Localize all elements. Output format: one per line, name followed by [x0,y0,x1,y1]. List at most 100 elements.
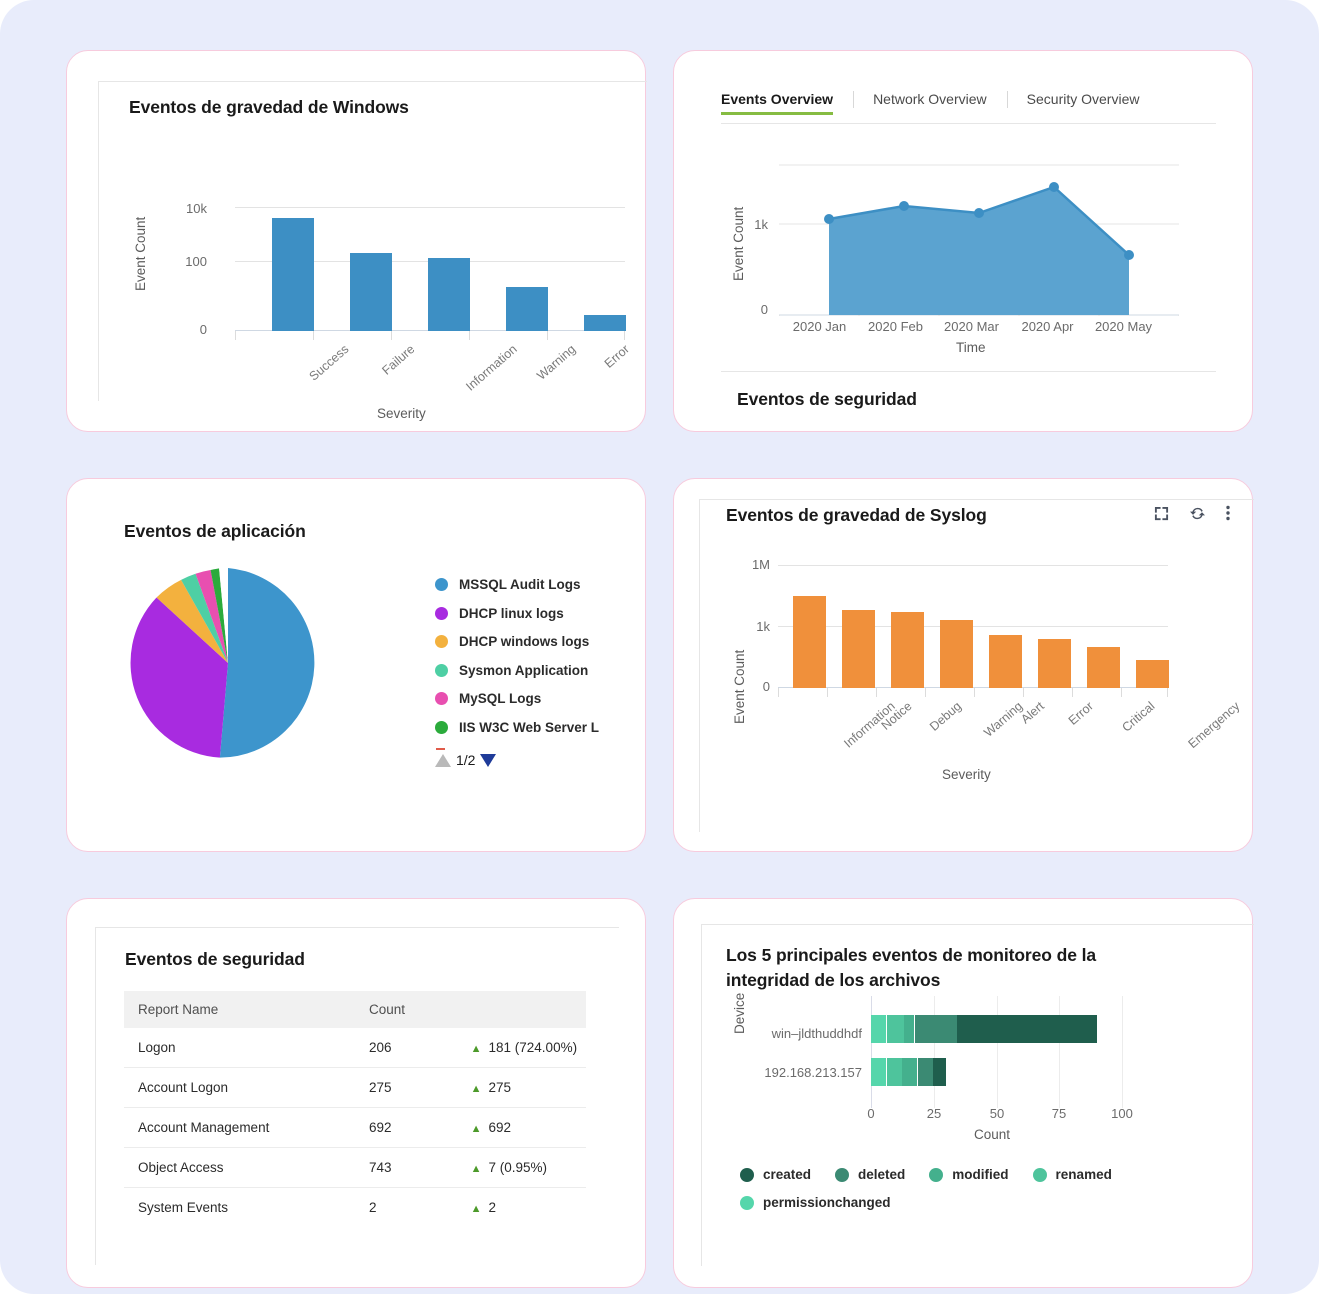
stacked-bar-win-jldthuddhdf[interactable] [871,1015,1123,1043]
tab-security-overview[interactable]: Security Overview [1027,91,1160,115]
delta-value: 7 (0.95%) [488,1160,548,1175]
tab-events-overview[interactable]: Events Overview [721,91,853,115]
legend-item-sysmon-application[interactable]: Sysmon Application [435,663,599,678]
point-2020-jan [824,214,834,224]
xtick-50: 50 [989,1106,1005,1121]
cell-delta: ▲ 275 [456,1067,586,1108]
tab-divider [853,91,855,108]
bar-critical[interactable] [1087,647,1120,688]
events-overview-area-chart [779,164,1179,316]
point-2020-apr [1049,182,1059,192]
bar-error[interactable] [1038,639,1071,688]
windows-severity-title: Eventos de gravedad de Windows [129,97,409,117]
file-integrity-title: Los 5 principales eventos de monitoreo d… [726,945,1097,990]
area-fill [829,187,1129,315]
segment-modified[interactable] [902,1058,917,1086]
segment-created[interactable] [957,1015,1097,1043]
syslog-severity-xaxis [778,688,1168,698]
table-row[interactable]: System Events 2 ▲ 2 [124,1188,586,1228]
bar-notice[interactable] [842,610,875,688]
windows-severity-ytick-10k: 10k [186,201,207,216]
windows-severity-ytick-0: 0 [199,322,207,337]
cell-count: 692 [355,1107,457,1148]
column-report-name: Report Name [124,991,355,1028]
bar-debug[interactable] [891,612,924,688]
delta-value: 692 [488,1120,512,1135]
section-divider [721,371,1216,372]
bar-failure[interactable] [350,253,392,331]
bar-error[interactable] [584,315,626,331]
triangle-down-icon[interactable] [480,753,497,767]
bar-alert[interactable] [989,635,1022,688]
tab-network-overview[interactable]: Network Overview [873,91,1007,115]
segment-renamed[interactable] [886,1015,904,1043]
trend-up-icon: ▲ [470,1043,482,1055]
table-row[interactable]: Account Management 692 ▲ 692 [124,1107,586,1148]
bar-information[interactable] [428,258,470,331]
table-row[interactable]: Object Access 743 ▲ 7 (0.95%) [124,1147,586,1188]
trend-up-icon: ▲ [470,1083,482,1095]
legend-item-modified[interactable]: modified [929,1167,1009,1182]
expand-icon[interactable] [1154,506,1169,521]
security-events-table-wrap: Report Name Count Logon 206 ▲ 181 (724.00… [124,991,586,1227]
file-integrity-xlabel: Count [974,1127,1011,1142]
events-overview-ytick-1k: 1k [754,217,768,232]
legend-item-dhcp-linux-logs[interactable]: DHCP linux logs [435,606,599,621]
tabs-underline [721,123,1216,124]
gridline [1122,996,1123,1108]
gridline [934,996,935,1108]
card-application-events: Eventos de aplicación MSSQL Audit Logs D… [66,478,646,852]
table-row[interactable]: Logon 206 ▲ 181 (724.00%) [124,1028,586,1068]
legend-item-mssql-audit-logs[interactable]: MSSQL Audit Logs [435,577,599,592]
more-options-icon[interactable] [1226,505,1230,521]
segment-deleted[interactable] [917,1058,933,1086]
legend-item-iis-w3c-web-server[interactable]: IIS W3C Web Server L [435,720,599,735]
triangle-up-icon[interactable] [435,753,451,767]
bar-success[interactable] [272,218,314,331]
legend-item-mysql-logs[interactable]: MySQL Logs [435,691,599,706]
card-file-integrity: Los 5 principales eventos de monitoreo d… [673,898,1254,1288]
segment-renamed[interactable] [886,1058,902,1086]
legend-item-deleted[interactable]: deleted [835,1167,905,1182]
xtick-100: 100 [1111,1106,1133,1121]
legend-color-dot [929,1167,944,1182]
delta-value: 275 [488,1080,512,1095]
segment-permissionchanged[interactable] [871,1015,886,1043]
refresh-icon[interactable] [1190,506,1205,521]
legend-item-dhcp-windows-logs[interactable]: DHCP windows logs [435,634,599,649]
syslog-ytick-0: 0 [762,679,770,694]
legend-item-renamed[interactable]: renamed [1032,1167,1112,1182]
segment-permissionchanged[interactable] [871,1058,886,1086]
legend-label: DHCP linux logs [459,605,564,621]
cell-report-name: System Events [138,1200,229,1215]
legend-color-dot [435,663,448,677]
bar-emergency[interactable] [1136,660,1169,688]
application-events-pie [130,567,315,758]
ytick-win-jldthuddhdf: win–jldthuddhdf [771,1026,862,1041]
legend-label: permissionchanged [763,1195,891,1210]
cell-count: 206 [355,1028,457,1068]
bar-warning[interactable] [506,287,548,331]
point-2020-feb [899,201,909,211]
legend-color-dot [435,606,448,620]
bar-warning[interactable] [940,620,973,688]
windows-severity-xlabel: Severity [377,406,426,421]
cell-delta: ▲ 181 (724.00%) [456,1028,586,1068]
segment-deleted[interactable] [914,1015,957,1043]
legend-item-created[interactable]: created [740,1167,811,1182]
point-2020-mar [974,208,984,218]
card-events-overview: Events Overview Network Overview Securit… [673,50,1253,432]
segment-created[interactable] [933,1058,946,1086]
xtick-75: 75 [1051,1106,1067,1121]
legend-label: IIS W3C Web Server L [459,719,600,735]
legend-label: DHCP windows logs [459,634,590,649]
bar-information[interactable] [793,596,826,688]
xtick-0: 0 [867,1106,875,1121]
segment-modified[interactable] [904,1015,914,1043]
table-row[interactable]: Account Logon 275 ▲ 275 [124,1067,586,1108]
stacked-bar-192-168-213-157[interactable] [871,1058,1123,1086]
windows-severity-xaxis [235,331,625,341]
legend-color-dot [1032,1167,1047,1182]
pager-page-indicator: 1/2 [456,752,476,768]
legend-item-permissionchanged[interactable]: permissionchanged [740,1195,1176,1210]
